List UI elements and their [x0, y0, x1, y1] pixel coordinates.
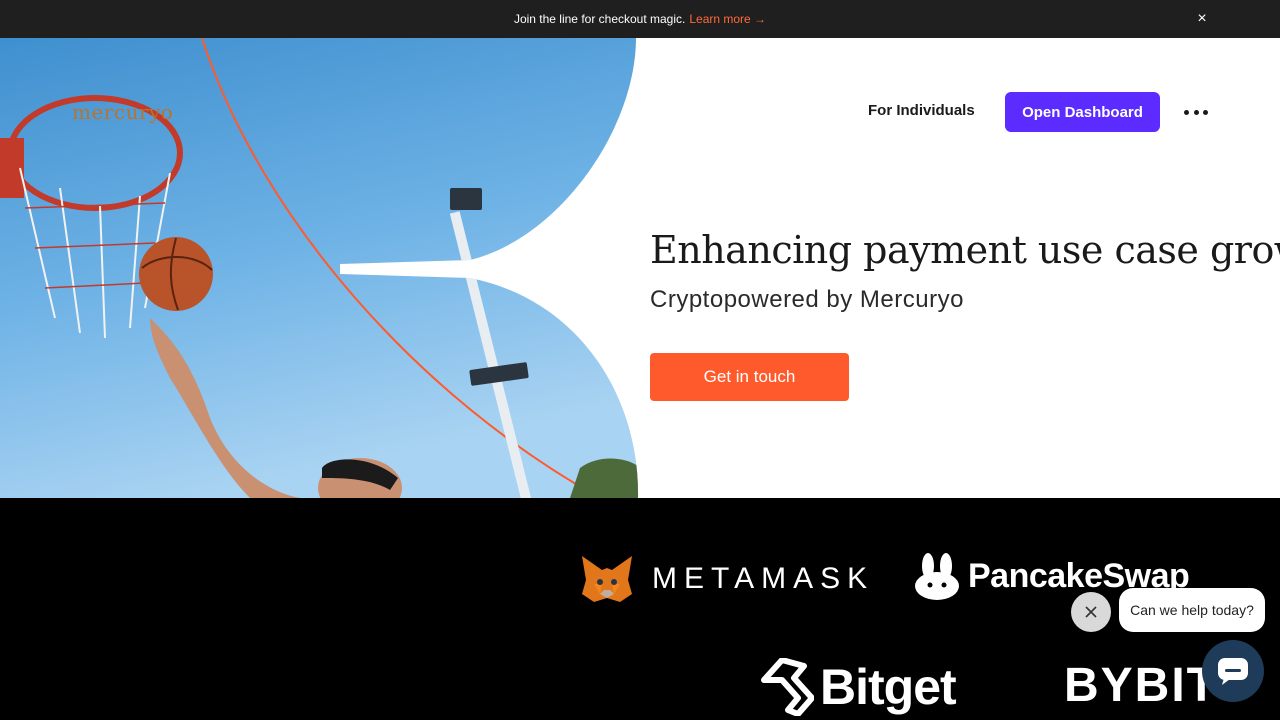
partner-bitget: Bitget — [758, 658, 957, 716]
open-dashboard-button[interactable]: Open Dashboard — [1005, 92, 1160, 132]
pancakeswap-bunny-icon — [915, 553, 959, 600]
dot — [1193, 109, 1199, 115]
partner-bybit: BYBIT — [1064, 658, 1218, 713]
chat-prompt-bubble[interactable]: Can we help today? — [1119, 588, 1265, 632]
learn-more-link[interactable]: Learn more → — [689, 12, 766, 26]
hero-section: mercuryo For Individuals Open Dashboard … — [0, 38, 1280, 498]
more-dots-icon[interactable] — [1180, 100, 1212, 124]
bitget-arrows-icon — [761, 658, 814, 716]
get-in-touch-button[interactable]: Get in touch — [650, 353, 849, 401]
hero-subline: Cryptopowered by Mercuryo — [650, 286, 964, 313]
banner-close-button[interactable]: × — [1192, 9, 1212, 29]
partner-name: Bitget — [820, 659, 957, 715]
announcement-banner: Join the line for checkout magic. Learn … — [0, 0, 1280, 38]
dot — [1203, 109, 1208, 115]
chat-launcher-button[interactable] — [1202, 640, 1264, 702]
partner-metamask: METAMASK — [580, 554, 874, 604]
partner-name: METAMASK — [652, 562, 875, 595]
hero-headline: Enhancing payment use case growth — [650, 228, 1280, 272]
metamask-fox-icon — [582, 556, 632, 602]
chat-icon — [1218, 658, 1248, 685]
close-icon — [1085, 606, 1097, 618]
dot — [1184, 109, 1189, 115]
chat-close-button[interactable] — [1071, 592, 1111, 632]
mercuryo-logo[interactable]: mercuryo — [72, 100, 173, 124]
banner-message: Join the line for checkout magic. — [513, 12, 686, 26]
partner-name: BYBIT — [1064, 659, 1218, 712]
nav-for-individuals[interactable]: For Individuals — [868, 102, 975, 119]
